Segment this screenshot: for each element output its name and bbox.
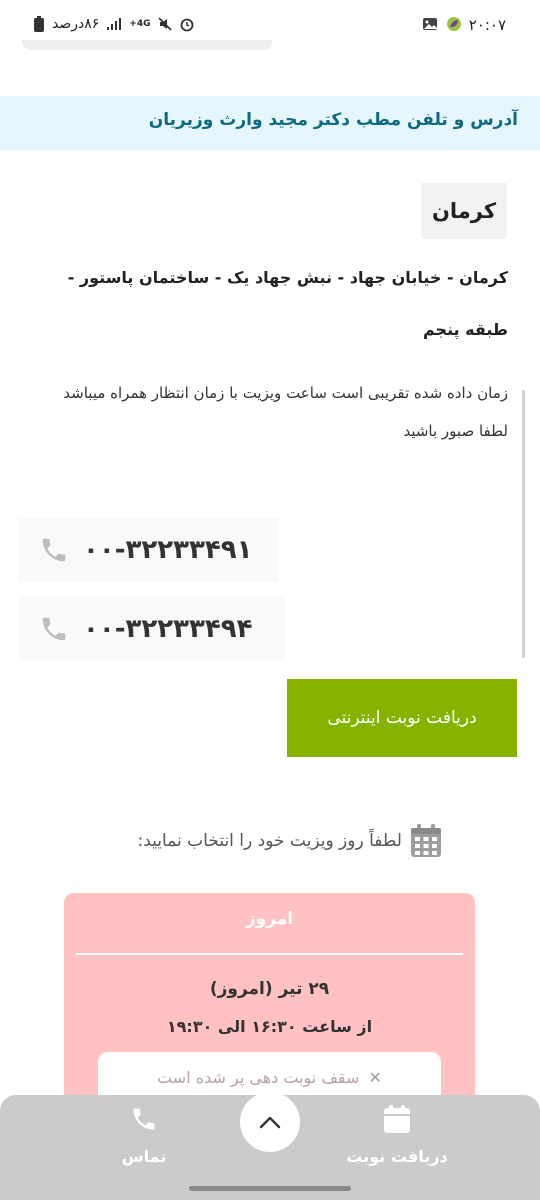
network-type: 4G+ <box>129 19 151 29</box>
contact-nav-label: تماس <box>121 1147 167 1166</box>
booking-nav-label: دریافت نوبت <box>346 1147 448 1166</box>
contact-nav-button[interactable]: تماس <box>84 1105 204 1166</box>
chevron-up-icon <box>259 1116 281 1129</box>
city-label: کرمان <box>421 183 507 239</box>
status-left-group: 4G+ ۸۶درصد <box>34 16 194 32</box>
day-card[interactable]: امروز ۲۹ تیر (امروز) از ساعت ۱۶:۳۰ الی ۱… <box>64 893 475 1113</box>
phone-number[interactable]: ۰۰-۳۲۲۳۳۴۹۱ <box>83 535 252 565</box>
day-date: ۲۹ تیر (امروز) <box>209 979 330 999</box>
select-day-prompt: لطفاً روز ویزیت خود را انتخاب نمایید: <box>138 824 443 858</box>
wait-time-note: زمان داده شده تقریبی است ساعت ویزیت با ز… <box>63 384 508 440</box>
phone-icon <box>42 538 66 562</box>
status-time: ۲۰:۰۷ <box>468 16 506 34</box>
battery-text: ۸۶درصد <box>52 16 100 32</box>
signal-icon <box>107 18 122 30</box>
select-day-text: لطفاً روز ویزیت خود را انتخاب نمایید: <box>137 831 403 851</box>
phone-icon <box>42 617 66 641</box>
day-hours: از ساعت ۱۶:۳۰ الی ۱۹:۳۰ <box>166 1017 373 1036</box>
online-booking-button[interactable]: دریافت نوبت اینترنتی <box>287 679 517 757</box>
page-title: آدرس و تلفن مطب دکتر مجید وارث وزیریان <box>148 110 518 130</box>
battery-icon <box>34 16 44 32</box>
capacity-full-text: سقف نوبت دهی پر شده است <box>157 1068 360 1087</box>
url-bar-edge <box>22 40 272 50</box>
status-bar: ۲۰:۰۷ 4G+ ۸۶درصد <box>0 0 540 56</box>
address-text: کرمان - خیابان جهاد - نبش جهاد یک - ساخت… <box>67 268 508 339</box>
booking-nav-button[interactable]: دریافت نوبت <box>337 1105 457 1166</box>
calendar-icon <box>384 1105 410 1133</box>
title-banner: آدرس و تلفن مطب دکتر مجید وارث وزیریان <box>0 96 540 150</box>
day-divider <box>76 953 463 955</box>
gallery-icon <box>422 18 437 30</box>
alarm-icon <box>181 18 194 32</box>
phone-item[interactable]: ۰۰-۳۲۲۳۳۴۹۱ <box>19 518 278 582</box>
day-title: امروز <box>245 909 294 929</box>
mute-icon <box>158 17 173 31</box>
scrollbar[interactable] <box>522 390 525 658</box>
calendar-icon <box>411 824 441 857</box>
notification-icons <box>422 16 462 32</box>
phone-item[interactable]: ۰۰-۳۲۲۳۳۴۹۴ <box>19 597 285 661</box>
home-indicator[interactable] <box>189 1186 351 1191</box>
phone-icon <box>133 1108 155 1130</box>
close-icon: ✕ <box>368 1068 382 1087</box>
app-leaf-icon <box>447 17 461 31</box>
phone-number[interactable]: ۰۰-۳۲۲۳۳۴۹۴ <box>83 614 252 644</box>
scroll-top-button[interactable] <box>240 1092 300 1152</box>
